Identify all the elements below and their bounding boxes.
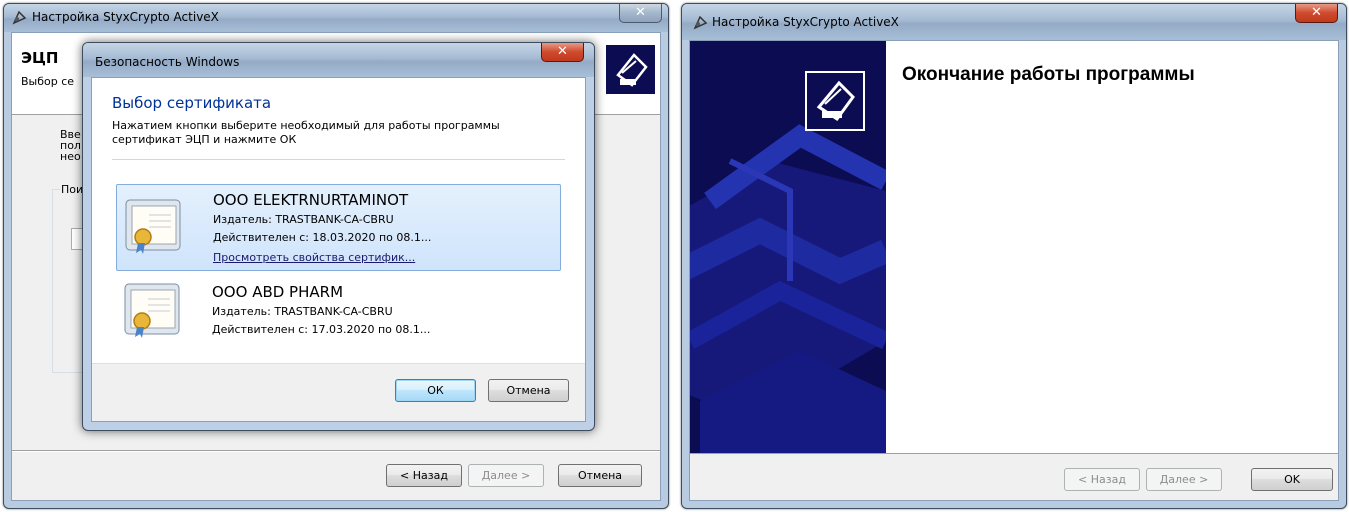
- printer-logo-icon: [606, 45, 655, 94]
- wizard-client: Окончание работы программы < Назад Далее…: [689, 40, 1339, 501]
- certificate-name: OOO ABD PHARM: [212, 283, 344, 301]
- page-subtitle: Выбор се: [21, 75, 75, 88]
- certificate-item[interactable]: OOO ELEKTRNURTAMINOT Издатель: TRASTBANK…: [116, 184, 561, 271]
- window-title: Настройка StyxCrypto ActiveX: [712, 15, 899, 29]
- back-button[interactable]: < Назад: [386, 464, 462, 487]
- wizard-content: Окончание работы программы: [886, 41, 1338, 453]
- close-button[interactable]: ✕: [619, 4, 662, 23]
- cancel-button[interactable]: Отмена: [488, 379, 569, 402]
- back-button[interactable]: < Назад: [1064, 468, 1140, 491]
- cancel-button[interactable]: Отмена: [558, 464, 642, 487]
- certificate-icon: [124, 283, 180, 338]
- certificate-issuer: Издатель: TRASTBANK-CA-CBRU: [213, 213, 394, 226]
- view-certificate-link[interactable]: Просмотреть свойства сертифик...: [213, 251, 415, 264]
- dialog-client: Выбор сертификата Нажатием кнопки выбери…: [91, 77, 586, 422]
- windows-security-dialog: Безопасность Windows ✕ Выбор сертификата…: [82, 42, 595, 431]
- app-icon: [693, 15, 708, 30]
- dialog-title: Безопасность Windows: [95, 55, 240, 69]
- ok-button[interactable]: OK: [1251, 468, 1333, 491]
- title-bar[interactable]: Настройка StyxCrypto ActiveX ✕: [4, 4, 668, 32]
- dialog-instruction: Нажатием кнопки выберите необходимый для…: [112, 119, 500, 146]
- page-title: Окончание работы программы: [902, 64, 1195, 85]
- app-icon: [12, 10, 27, 25]
- certificate-validity: Действителен с: 18.03.2020 по 08.1...: [213, 231, 432, 244]
- window-title: Настройка StyxCrypto ActiveX: [32, 10, 219, 24]
- next-button[interactable]: Далее >: [468, 464, 544, 487]
- next-button[interactable]: Далее >: [1146, 468, 1222, 491]
- certificate-name: OOO ELEKTRNURTAMINOT: [213, 191, 409, 209]
- intro-text: Вве пол нео: [60, 128, 81, 163]
- search-group-label: Пои: [60, 183, 85, 196]
- wizard-side-banner: [690, 41, 886, 453]
- dialog-footer: ОК Отмена: [92, 363, 585, 421]
- page-title: ЭЦП: [21, 49, 59, 67]
- dialog-heading: Выбор сертификата: [112, 94, 272, 112]
- certificate-icon: [125, 199, 181, 254]
- dialog-title-bar[interactable]: Безопасность Windows ✕: [83, 43, 594, 77]
- ok-button[interactable]: ОК: [395, 379, 476, 402]
- bottom-separator: [12, 450, 660, 451]
- title-bar[interactable]: Настройка StyxCrypto ActiveX ✕: [682, 4, 1346, 40]
- bottom-separator: [690, 453, 1338, 454]
- printer-logo-icon: [805, 71, 865, 131]
- certificate-issuer: Издатель: TRASTBANK-CA-CBRU: [212, 305, 393, 318]
- dialog-divider: [112, 159, 565, 160]
- certificate-item[interactable]: OOO ABD PHARM Издатель: TRASTBANK-CA-CBR…: [116, 271, 561, 347]
- dialog-close-button[interactable]: ✕: [541, 43, 584, 62]
- right-wizard-window: Настройка StyxCrypto ActiveX ✕ Окончание…: [681, 3, 1347, 509]
- certificate-validity: Действителен с: 17.03.2020 по 08.1...: [212, 323, 431, 336]
- close-button[interactable]: ✕: [1295, 4, 1338, 23]
